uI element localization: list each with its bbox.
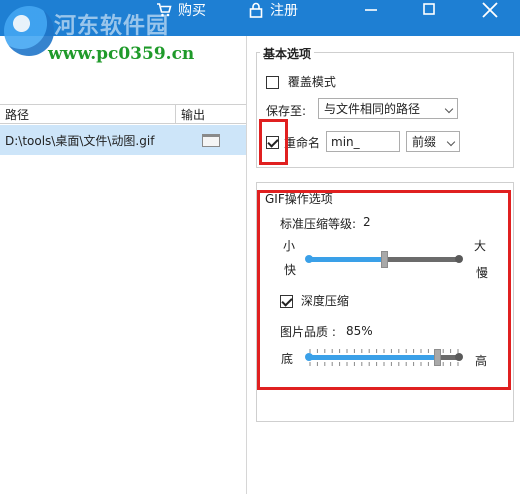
buy-label: 购买 <box>178 3 206 19</box>
save-to-label: 保存至: <box>266 104 307 118</box>
close-button[interactable] <box>476 0 504 20</box>
file-list-header: 路径 输出 <box>0 104 246 124</box>
watermark-logo <box>4 6 54 56</box>
chevron-down-icon <box>444 104 454 114</box>
watermark-url: www.pc0359.cn <box>48 44 195 64</box>
affix-select[interactable]: 前缀 <box>406 131 460 152</box>
folder-icon[interactable] <box>202 133 220 147</box>
maximize-button[interactable] <box>416 0 442 20</box>
highlight-box-rename <box>259 119 288 165</box>
watermark-site-name: 河东软件园 <box>54 14 170 39</box>
rename-label: 重命名 <box>284 136 321 150</box>
panel-divider[interactable] <box>246 36 247 494</box>
save-to-select[interactable]: 与文件相同的路径 <box>318 98 458 119</box>
save-to-value: 与文件相同的路径 <box>324 102 421 116</box>
affix-value: 前缀 <box>412 135 437 149</box>
maximize-icon <box>423 3 435 15</box>
column-header-output[interactable]: 输出 <box>176 105 246 123</box>
overwrite-checkbox-row[interactable]: 覆盖模式 <box>266 73 336 90</box>
table-row[interactable]: D:\tools\桌面\文件\动图.gif <box>0 125 246 155</box>
minimize-icon <box>365 9 377 11</box>
minimize-button[interactable] <box>358 0 384 20</box>
basic-options-title: 基本选项 <box>260 45 315 62</box>
chevron-down-icon <box>446 137 456 147</box>
file-path-cell: D:\tools\桌面\文件\动图.gif <box>5 133 155 148</box>
highlight-box-gif-options <box>257 190 511 390</box>
register-label: 注册 <box>270 3 298 19</box>
column-header-path[interactable]: 路径 <box>0 105 176 123</box>
output-cell[interactable] <box>176 133 246 147</box>
overwrite-checkbox[interactable] <box>266 76 279 89</box>
rename-input[interactable]: min_ <box>326 131 400 152</box>
overwrite-label: 覆盖模式 <box>287 75 336 89</box>
lock-icon <box>249 2 263 18</box>
register-button[interactable]: 注册 <box>248 0 298 20</box>
close-icon <box>482 2 498 18</box>
